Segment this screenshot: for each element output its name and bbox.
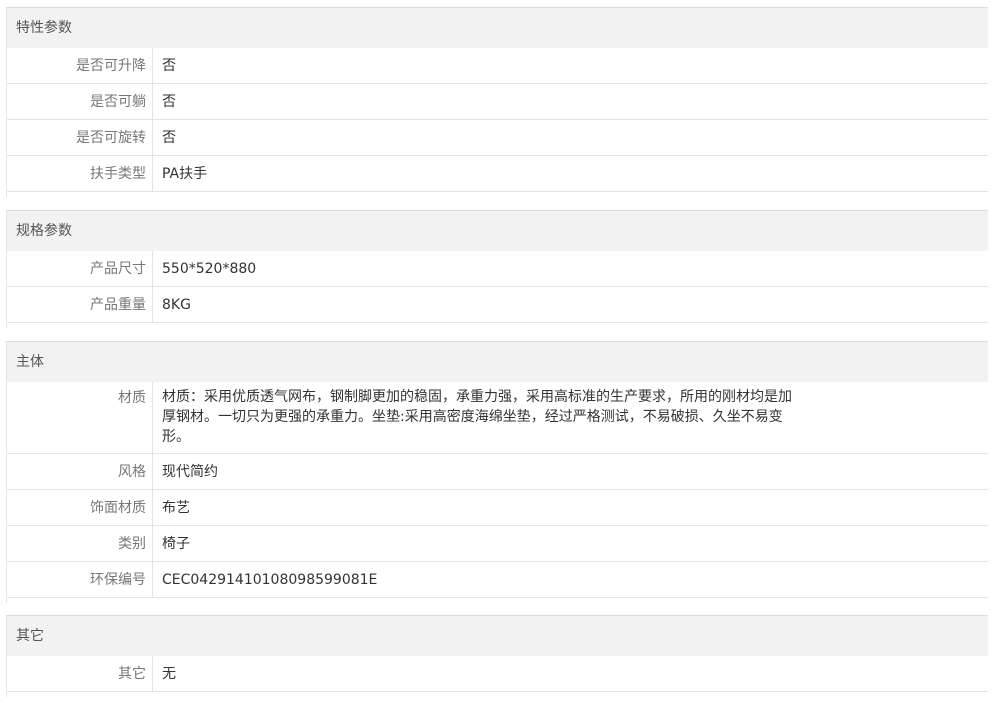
spec-section-body: 主体 材质 材质：采用优质透气网布，钢制脚更加的稳固，承重力强，采用高标准的生产… [6,341,988,603]
spec-row: 饰面材质 布艺 [7,490,988,526]
section-title: 特性参数 [7,8,988,48]
spec-value: 否 [162,130,176,146]
section-title: 规格参数 [7,211,988,251]
spec-section-dimensions: 规格参数 产品尺寸 550*520*880 产品重量 8KG [6,210,988,328]
spec-label: 环保编号 [7,562,153,597]
section-title: 其它 [7,616,988,656]
spec-row: 是否可旋转 否 [7,120,988,156]
spec-row: 风格 现代简约 [7,454,988,490]
spec-row: 环保编号 CEC04291410108098599081E [7,562,988,598]
spec-label: 产品重量 [7,287,153,322]
spec-row: 类别 椅子 [7,526,988,562]
spec-value: 材质：采用优质透气网布，钢制脚更加的稳固，承重力强，采用高标准的生产要求，所用的… [162,389,792,445]
spec-row: 是否可升降 否 [7,48,988,84]
spec-value: 8KG [162,297,191,313]
spec-label: 类别 [7,526,153,561]
spec-row: 材质 材质：采用优质透气网布，钢制脚更加的稳固，承重力强，采用高标准的生产要求，… [7,382,988,454]
spec-row: 产品尺寸 550*520*880 [7,251,988,287]
spec-value: PA扶手 [162,166,208,182]
spec-section-features: 特性参数 是否可升降 否 是否可躺 否 是否可旋转 否 扶手类型 PA扶手 [6,7,988,197]
spec-label: 其它 [7,656,153,691]
spec-row: 其它 无 [7,656,988,692]
spec-value: 现代简约 [162,464,218,480]
spec-value: 布艺 [162,500,190,516]
spec-label: 是否可旋转 [7,120,153,155]
spec-label: 扶手类型 [7,156,153,191]
spec-value: 否 [162,58,176,74]
spec-value: 椅子 [162,536,190,552]
spec-label: 产品尺寸 [7,251,153,286]
spec-label: 饰面材质 [7,490,153,525]
spec-row: 扶手类型 PA扶手 [7,156,988,192]
spec-label: 材质 [7,382,153,453]
spec-label: 风格 [7,454,153,489]
spec-value: 无 [162,666,176,682]
spec-row: 产品重量 8KG [7,287,988,323]
spec-section-other: 其它 其它 无 [6,615,988,697]
spec-value: CEC04291410108098599081E [162,572,378,588]
spec-row: 是否可躺 否 [7,84,988,120]
section-title: 主体 [7,342,988,382]
spec-value: 550*520*880 [162,261,257,277]
spec-value: 否 [162,94,176,110]
spec-label: 是否可躺 [7,84,153,119]
spec-label: 是否可升降 [7,48,153,83]
